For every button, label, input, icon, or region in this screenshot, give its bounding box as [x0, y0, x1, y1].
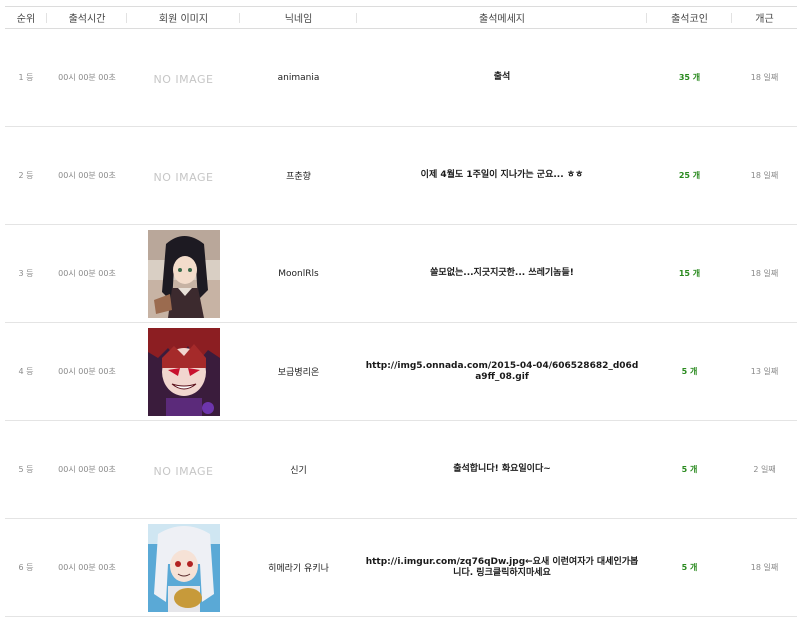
member-avatar — [147, 327, 220, 416]
streak-cell: 18 일째 — [750, 171, 779, 180]
coin-value: 35 — [678, 73, 690, 82]
image-cell: NO IMAGE — [127, 421, 240, 519]
header-message: 출석메세지 — [357, 7, 647, 29]
no-image-placeholder: NO IMAGE — [153, 465, 214, 478]
table-row: 1 등 00시 00분 00초 NO IMAGE animania 출석 35 … — [5, 29, 797, 127]
coin-cell: 25 개 — [647, 127, 732, 225]
nickname-cell[interactable]: MoonlRls — [240, 225, 357, 323]
streak-cell: 18 일째 — [750, 563, 779, 572]
coin-value: 15 — [678, 269, 690, 278]
nickname-cell[interactable]: 보급병리온 — [240, 323, 357, 421]
message-cell: 출석합니다! 화요일이다~ — [453, 464, 551, 474]
coin-value: 5 — [681, 563, 688, 572]
time-cell: 00시 00분 00초 — [58, 269, 116, 278]
rank-cell: 3 등 — [18, 269, 34, 278]
table-row: 6 등 00시 00분 00초 히메라기 유키나 http://i.imgur.… — [5, 519, 797, 617]
attendance-page: 순위 출석시간 회원 이미지 닉네임 출석메세지 출석코인 개근 1 등 00시… — [0, 0, 800, 629]
header-image: 회원 이미지 — [127, 7, 240, 29]
time-cell: 00시 00분 00초 — [58, 367, 116, 376]
header-streak: 개근 — [755, 14, 774, 25]
rank-cell: 2 등 — [18, 171, 34, 180]
coin-cell: 5 개 — [647, 421, 732, 519]
table-row: 5 등 00시 00분 00초 NO IMAGE 신기 출석합니다! 화요일이다… — [5, 421, 797, 519]
image-cell — [127, 323, 240, 421]
image-cell: NO IMAGE — [127, 127, 240, 225]
no-image-placeholder: NO IMAGE — [153, 73, 214, 86]
streak-cell: 18 일째 — [750, 73, 779, 82]
streak-cell: 18 일째 — [750, 269, 779, 278]
nickname-cell[interactable]: animania — [240, 29, 357, 127]
coin-value: 25 — [678, 171, 690, 180]
time-cell: 00시 00분 00초 — [58, 465, 116, 474]
avatar-grinning-face — [147, 327, 220, 416]
message-cell: 쓸모없는...지긋지긋한... 쓰레기놈들! — [430, 268, 574, 278]
table-row: 2 등 00시 00분 00초 NO IMAGE 프춘향 이제 4월도 1주일이… — [5, 127, 797, 225]
image-cell: NO IMAGE — [127, 29, 240, 127]
coin-unit: 개 — [692, 171, 701, 180]
image-cell — [127, 519, 240, 617]
coin-unit: 개 — [690, 367, 698, 376]
time-cell: 00시 00분 00초 — [58, 73, 116, 82]
image-cell — [127, 225, 240, 323]
coin-cell: 15 개 — [647, 225, 732, 323]
streak-cell: 2 일째 — [753, 465, 776, 474]
rank-cell: 5 등 — [18, 465, 34, 474]
coin-unit: 개 — [690, 465, 698, 474]
table-row: 4 등 00시 00분 00초 보급병리온 http://img5.onnada… — [5, 323, 797, 421]
avatar-white-hair-girl — [147, 523, 220, 612]
message-cell: http://img5.onnada.com/2015-04-04/606528… — [365, 360, 639, 382]
rank-cell: 6 등 — [18, 563, 34, 572]
message-cell: 이제 4월도 1주일이 지나가는 군요... ㅎㅎ — [420, 170, 584, 180]
coin-unit: 개 — [692, 73, 701, 82]
time-cell: 00시 00분 00초 — [58, 171, 116, 180]
coin-cell: 5 개 — [647, 323, 732, 421]
table-header-row: 순위 출석시간 회원 이미지 닉네임 출석메세지 출석코인 개근 — [5, 6, 797, 29]
member-avatar — [147, 523, 220, 612]
time-cell: 00시 00분 00초 — [58, 563, 116, 572]
coin-cell: 35 개 — [647, 29, 732, 127]
no-image-placeholder: NO IMAGE — [153, 171, 214, 184]
coin-unit: 개 — [692, 269, 701, 278]
header-coin: 출석코인 — [647, 7, 732, 29]
coin-unit: 개 — [690, 563, 698, 572]
coin-cell: 5 개 — [647, 519, 732, 617]
table-row: 3 등 00시 00분 00초 MoonlRls 쓸모없는...지긋지긋한...… — [5, 225, 797, 323]
streak-cell: 13 일째 — [750, 367, 779, 376]
message-cell: 출석 — [493, 72, 511, 82]
header-nickname: 닉네임 — [240, 7, 357, 29]
rank-cell: 4 등 — [18, 367, 34, 376]
coin-value: 5 — [681, 367, 688, 376]
header-time: 출석시간 — [47, 7, 127, 29]
rank-cell: 1 등 — [18, 73, 34, 82]
member-avatar — [147, 229, 220, 318]
header-rank: 순위 — [5, 7, 47, 29]
message-cell: http://i.imgur.com/zq76qDw.jpg←요새 이런여자가 … — [365, 556, 639, 578]
attendance-table: 순위 출석시간 회원 이미지 닉네임 출석메세지 출석코인 개근 1 등 00시… — [5, 6, 797, 617]
avatar-dark-hair-girl — [147, 229, 220, 318]
nickname-cell[interactable]: 프춘향 — [240, 127, 357, 225]
nickname-cell[interactable]: 히메라기 유키나 — [240, 519, 357, 617]
nickname-cell[interactable]: 신기 — [240, 421, 357, 519]
coin-value: 5 — [681, 465, 688, 474]
